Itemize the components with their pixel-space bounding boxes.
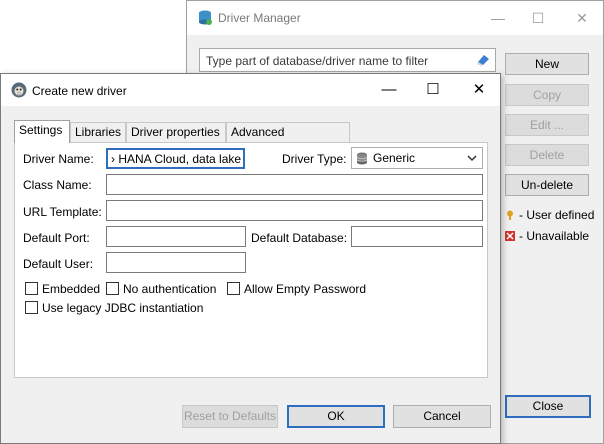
- legacy-jdbc-label: Use legacy JDBC instantiation: [42, 301, 204, 315]
- delete-driver-button[interactable]: Delete: [505, 144, 589, 166]
- undelete-driver-button[interactable]: Un-delete: [505, 174, 589, 196]
- unavailable-icon: [505, 231, 515, 241]
- tab-advanced-parameters[interactable]: Advanced parameters: [226, 122, 350, 157]
- dialog-close-button[interactable]: ✕: [462, 79, 496, 101]
- legend-unavailable: - Unavailable: [505, 229, 589, 243]
- driver-filter-input[interactable]: Type part of database/driver name to fil…: [199, 48, 496, 72]
- dialog-minimize-button[interactable]: —: [372, 79, 406, 101]
- create-driver-dialog: Create new driver — ☐ ✕ Settings Librari…: [0, 73, 501, 444]
- allow-empty-password-label: Allow Empty Password: [244, 282, 367, 296]
- driver-type-select[interactable]: Generic: [351, 147, 483, 169]
- driver-manager-titlebar: Driver Manager — ☐ ✕: [187, 1, 603, 35]
- driver-type-label: Driver Type:: [282, 152, 347, 166]
- database-icon: [199, 10, 212, 25]
- driver-manager-title: Driver Manager: [218, 11, 301, 25]
- chevron-down-icon: [467, 155, 477, 162]
- class-name-label: Class Name:: [23, 178, 92, 192]
- default-port-label: Default Port:: [23, 231, 90, 245]
- tab-settings[interactable]: Settings: [14, 120, 70, 143]
- allow-empty-password-checkbox-box[interactable]: [227, 282, 240, 295]
- cancel-button[interactable]: Cancel: [393, 405, 491, 428]
- eraser-icon[interactable]: [475, 53, 491, 67]
- dialog-maximize-button[interactable]: ☐: [416, 79, 450, 101]
- url-template-input[interactable]: [106, 200, 483, 221]
- class-name-input[interactable]: [106, 174, 483, 195]
- new-driver-button[interactable]: New: [505, 53, 589, 75]
- legend-unavailable-label: - Unavailable: [519, 229, 590, 243]
- legend-user-defined-label: - User defined: [519, 208, 595, 222]
- legend-user-defined: - User defined: [505, 208, 594, 222]
- generic-db-icon: [356, 152, 368, 165]
- close-button[interactable]: Close: [505, 395, 591, 418]
- embedded-checkbox-box[interactable]: [25, 282, 38, 295]
- no-authentication-checkbox-box[interactable]: [106, 282, 119, 295]
- user-defined-icon: [507, 210, 513, 220]
- dbeaver-icon: [11, 82, 27, 98]
- edit-driver-button[interactable]: Edit ...: [505, 114, 589, 136]
- legacy-jdbc-checkbox[interactable]: Use legacy JDBC instantiation: [25, 301, 203, 315]
- close-window-button[interactable]: ✕: [567, 7, 597, 29]
- allow-empty-password-checkbox[interactable]: Allow Empty Password: [227, 282, 366, 296]
- copy-driver-button[interactable]: Copy: [505, 84, 589, 106]
- url-template-label: URL Template:: [23, 205, 102, 219]
- default-port-input[interactable]: [106, 226, 246, 247]
- no-authentication-checkbox[interactable]: No authentication: [106, 282, 216, 296]
- driver-name-label: Driver Name:: [23, 152, 94, 166]
- reset-to-defaults-button[interactable]: Reset to Defaults: [182, 405, 278, 428]
- ok-button[interactable]: OK: [287, 405, 385, 428]
- minimize-button[interactable]: —: [483, 7, 513, 29]
- default-user-input[interactable]: [106, 252, 246, 273]
- driver-type-value: Generic: [373, 151, 416, 165]
- no-authentication-label: No authentication: [123, 282, 217, 296]
- embedded-label: Embedded: [42, 282, 101, 296]
- default-user-label: Default User:: [23, 257, 94, 271]
- maximize-button[interactable]: ☐: [523, 7, 553, 29]
- tab-driver-properties[interactable]: Driver properties: [126, 122, 226, 142]
- tab-libraries[interactable]: Libraries: [70, 122, 126, 142]
- driver-name-value: › HANA Cloud, data lake: [111, 152, 242, 166]
- default-database-input[interactable]: [351, 226, 483, 247]
- dialog-title: Create new driver: [32, 84, 127, 98]
- embedded-checkbox[interactable]: Embedded: [25, 282, 100, 296]
- filter-placeholder: Type part of database/driver name to fil…: [206, 54, 429, 68]
- legacy-jdbc-checkbox-box[interactable]: [25, 301, 38, 314]
- dialog-titlebar: Create new driver — ☐ ✕: [1, 74, 500, 106]
- default-database-label: Default Database:: [251, 231, 348, 245]
- driver-name-input[interactable]: › HANA Cloud, data lake: [106, 148, 245, 169]
